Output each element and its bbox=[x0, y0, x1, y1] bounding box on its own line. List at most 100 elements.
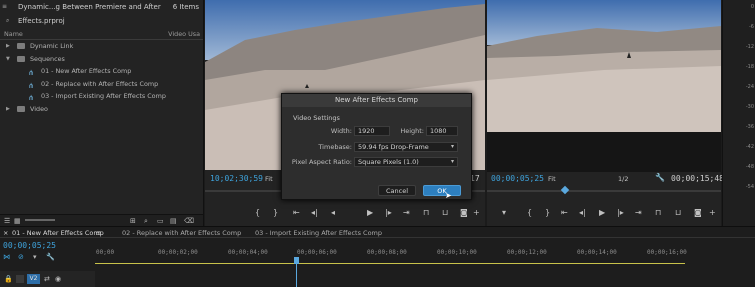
go-to-in-icon[interactable]: ⇤ bbox=[561, 208, 568, 217]
height-field[interactable]: 1080 bbox=[426, 126, 458, 136]
linked-selection-icon[interactable]: ⊘ bbox=[18, 253, 24, 261]
column-video-usage[interactable]: Video Usa bbox=[168, 28, 200, 40]
pixel-aspect-select[interactable]: Square Pixels (1.0) bbox=[354, 157, 458, 167]
eye-icon[interactable]: ◉ bbox=[55, 275, 61, 283]
timeline-tab-bar: × 01 - New After Effects Comp ≡ 02 - Rep… bbox=[0, 227, 755, 238]
trash-icon[interactable]: ⌫ bbox=[184, 217, 194, 225]
column-header: Name Video Usa bbox=[0, 28, 203, 40]
go-to-out-icon[interactable]: ⇥ bbox=[403, 208, 410, 217]
list-item-dynamic-link[interactable]: ▶ Dynamic Link bbox=[0, 40, 203, 53]
expand-icon[interactable]: ▶ bbox=[6, 40, 10, 53]
add-marker-icon[interactable]: ▾ bbox=[33, 253, 37, 261]
zoom-slider[interactable] bbox=[25, 219, 55, 221]
sync-lock-icon[interactable]: ⇄ bbox=[44, 275, 50, 283]
add-marker-icon[interactable]: ▾ bbox=[502, 208, 506, 217]
insert-icon[interactable]: ⊓ bbox=[423, 208, 429, 217]
item-label: Video bbox=[30, 104, 48, 113]
lift-icon[interactable]: ⊓ bbox=[655, 208, 661, 217]
play-icon[interactable]: ▶ bbox=[599, 208, 605, 217]
source-patch[interactable] bbox=[16, 275, 24, 283]
panel-menu-icon[interactable]: ≡ bbox=[2, 0, 7, 14]
ruler-tick: 00;00;06;00 bbox=[297, 249, 337, 256]
mouse-cursor-icon: ➤ bbox=[445, 191, 452, 200]
search-icon[interactable]: ⌕ bbox=[6, 17, 9, 25]
work-area-bar[interactable] bbox=[95, 263, 685, 264]
go-to-out-icon[interactable]: ⇥ bbox=[635, 208, 642, 217]
timeline-close-icon[interactable]: × bbox=[3, 229, 8, 237]
program-resolution-dropdown[interactable]: 1/2 bbox=[618, 175, 628, 183]
wrench-icon[interactable]: 🔧 bbox=[655, 173, 665, 182]
sequence-icon: ⋔ bbox=[28, 69, 34, 77]
export-frame-icon[interactable]: ◙ bbox=[694, 208, 702, 217]
width-label: Width: bbox=[330, 127, 352, 135]
new-bin-icon[interactable]: ▭ bbox=[157, 217, 164, 225]
video-settings-heading: Video Settings bbox=[293, 114, 340, 122]
step-back-icon[interactable]: ◂ bbox=[331, 208, 335, 217]
snap-icon[interactable]: ⋈ bbox=[3, 253, 10, 261]
meter-label: -36 bbox=[745, 124, 754, 130]
item-count: 6 Items bbox=[172, 3, 199, 11]
ruler-tick: 00;00 bbox=[96, 249, 115, 256]
mark-out-icon[interactable]: } bbox=[273, 208, 278, 217]
meter-label: -18 bbox=[745, 64, 754, 70]
dune-landscape bbox=[487, 26, 721, 132]
automate-icon[interactable]: ⊞ bbox=[130, 217, 136, 225]
mark-out-icon[interactable]: } bbox=[545, 208, 550, 217]
cancel-button[interactable]: Cancel bbox=[378, 185, 416, 196]
add-button-icon[interactable]: + bbox=[709, 208, 716, 217]
icon-view-icon[interactable]: ▦ bbox=[14, 217, 21, 225]
item-label: 02 - Replace with After Effects Comp bbox=[41, 79, 159, 88]
timeline-playhead[interactable] bbox=[294, 257, 299, 264]
program-scrub-bar[interactable] bbox=[487, 190, 721, 192]
track-header: 🔒 V2 ⇄ ◉ bbox=[0, 271, 95, 287]
tab-sequence-01[interactable]: 01 - New After Effects Comp bbox=[12, 229, 104, 237]
list-item-sequence-02[interactable]: ⋔ 02 - Replace with After Effects Comp bbox=[0, 78, 203, 91]
list-item-sequence-01[interactable]: ⋔ 01 - New After Effects Comp bbox=[0, 65, 203, 78]
program-duration: 00;00;15;48 bbox=[671, 174, 724, 183]
column-name[interactable]: Name bbox=[4, 30, 23, 38]
tab-sequence-03[interactable]: 03 - Import Existing After Effects Comp bbox=[255, 229, 382, 237]
extract-icon[interactable]: ⊔ bbox=[675, 208, 681, 217]
tab-sequence-02[interactable]: 02 - Replace with After Effects Comp bbox=[122, 229, 241, 237]
tab-menu-icon[interactable]: ≡ bbox=[96, 229, 101, 237]
timebase-label: Timebase: bbox=[318, 143, 352, 151]
mark-in-icon[interactable]: { bbox=[255, 208, 260, 217]
play-icon[interactable]: ▶ bbox=[367, 208, 373, 217]
overwrite-icon[interactable]: ⊔ bbox=[442, 208, 448, 217]
mark-in-icon[interactable]: { bbox=[527, 208, 532, 217]
track-target-v2[interactable]: V2 bbox=[27, 274, 40, 284]
add-button-icon[interactable]: + bbox=[473, 208, 480, 217]
timeline-timecode[interactable]: 00;00;05;25 bbox=[3, 241, 56, 250]
step-back-icon[interactable]: ◂| bbox=[311, 208, 318, 217]
timeline-settings-icon[interactable]: 🔧 bbox=[46, 253, 55, 261]
export-frame-icon[interactable]: ◙ bbox=[460, 208, 468, 217]
timebase-select[interactable]: 59.94 fps Drop-Frame bbox=[354, 142, 458, 152]
project-header: ≡ Dynamic...g Between Premiere and After… bbox=[0, 0, 203, 25]
ok-button[interactable]: OK bbox=[423, 185, 461, 196]
step-forward-icon[interactable]: |▸ bbox=[617, 208, 624, 217]
list-item-sequences[interactable]: ▼ Sequences bbox=[0, 53, 203, 66]
meter-label: -6 bbox=[749, 24, 754, 30]
meter-label: -48 bbox=[745, 164, 754, 170]
ruler-tick: 00;00;04;00 bbox=[228, 249, 268, 256]
list-item-sequence-03[interactable]: ⋔ 03 - Import Existing After Effects Com… bbox=[0, 90, 203, 103]
width-field[interactable]: 1920 bbox=[354, 126, 390, 136]
new-item-icon[interactable]: ▤ bbox=[170, 217, 177, 225]
expand-icon[interactable]: ▶ bbox=[6, 103, 10, 116]
program-fit-dropdown[interactable]: Fit bbox=[548, 175, 556, 183]
source-timecode[interactable]: 10;02;30;59 bbox=[210, 174, 263, 183]
ruler-tick: 00;00;08;00 bbox=[367, 249, 407, 256]
step-back-icon[interactable]: ◂| bbox=[579, 208, 586, 217]
find-icon[interactable]: ⌕ bbox=[144, 217, 148, 226]
go-to-in-icon[interactable]: ⇤ bbox=[293, 208, 300, 217]
lock-icon[interactable]: 🔒 bbox=[4, 275, 13, 283]
source-fit-dropdown[interactable]: Fit bbox=[265, 175, 273, 183]
list-view-icon[interactable]: ☰ bbox=[4, 217, 10, 225]
step-forward-icon[interactable]: |▸ bbox=[385, 208, 392, 217]
collapse-icon[interactable]: ▼ bbox=[6, 53, 10, 66]
list-item-video[interactable]: ▶ Video bbox=[0, 103, 203, 116]
ruler-tick: 00;00;02;00 bbox=[158, 249, 198, 256]
program-timecode[interactable]: 00;00;05;25 bbox=[491, 174, 544, 183]
pixel-aspect-label: Pixel Aspect Ratio: bbox=[291, 158, 352, 166]
playhead-marker[interactable] bbox=[560, 185, 570, 195]
